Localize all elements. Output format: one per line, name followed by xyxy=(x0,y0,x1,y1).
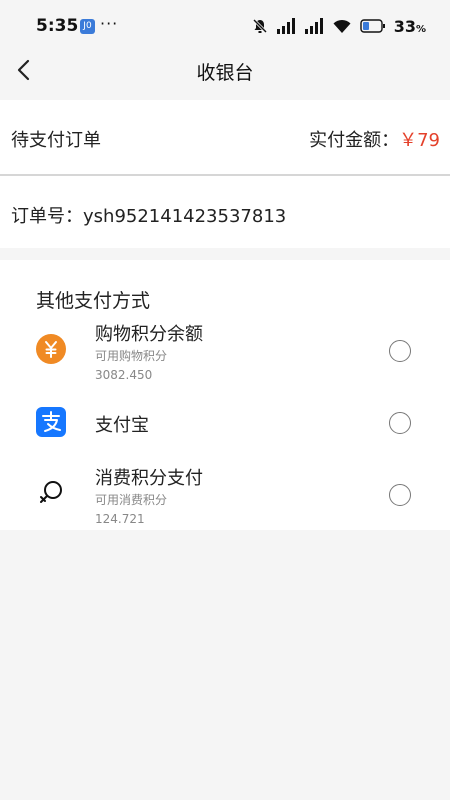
amount-row: 实付金额：￥79 xyxy=(309,126,440,152)
wifi-icon xyxy=(333,19,351,33)
signal-icon-2 xyxy=(304,18,323,34)
available-points-value: 124.721 xyxy=(95,512,145,526)
alipay-icon xyxy=(36,407,66,437)
status-indicators: 33% xyxy=(252,16,426,36)
available-points-value: 3082.450 xyxy=(95,368,153,382)
payment-method-name: 购物积分余额 xyxy=(95,324,203,345)
battery-level: 33% xyxy=(393,16,426,36)
payment-radio-consumption-points[interactable] xyxy=(389,484,411,506)
payment-method-alipay[interactable]: 支付宝 xyxy=(0,390,450,462)
status-time: 5:35 xyxy=(36,16,79,36)
available-points-label: 可用消费积分 xyxy=(95,493,168,507)
payment-method-consumption-points[interactable]: 消费积分支付 可用消费积分 124.721 xyxy=(0,462,450,534)
amount-label: 实付金额： xyxy=(309,130,400,151)
payment-radio-alipay[interactable] xyxy=(389,412,411,434)
more-notifications-icon: ··· xyxy=(100,14,119,33)
mute-bell-icon xyxy=(252,18,267,34)
payment-section-title: 其他支付方式 xyxy=(36,290,151,312)
payment-radio-shopping-points[interactable] xyxy=(389,340,411,362)
amount-value: ￥79 xyxy=(399,130,440,151)
yuan-coin-icon xyxy=(36,334,66,364)
available-points-label: 可用购物积分 xyxy=(95,349,168,363)
payment-method-shopping-points[interactable]: 购物积分余额 可用购物积分 3082.450 xyxy=(0,318,450,390)
status-bar: 5:35 J0 ··· 33% xyxy=(0,0,450,50)
order-number-row: 订单号：ysh952141423537813 xyxy=(0,176,450,248)
payment-method-name: 支付宝 xyxy=(95,415,149,436)
nav-bar: 收银台 xyxy=(0,45,450,95)
signal-icon xyxy=(276,18,295,34)
pending-order-label: 待支付订单 xyxy=(11,130,101,151)
app-notification-icon: J0 xyxy=(80,19,95,34)
payment-method-name: 消费积分支付 xyxy=(95,468,203,489)
payment-methods: 其他支付方式 购物积分余额 可用购物积分 3082.450 支付宝 消费积分支付… xyxy=(0,260,450,530)
page-title: 收银台 xyxy=(196,62,254,84)
battery-icon xyxy=(360,19,385,33)
order-number: 订单号：ysh952141423537813 xyxy=(11,206,287,227)
order-summary: 待支付订单 实付金额：￥79 xyxy=(0,100,450,174)
magnifier-icon xyxy=(40,481,62,503)
